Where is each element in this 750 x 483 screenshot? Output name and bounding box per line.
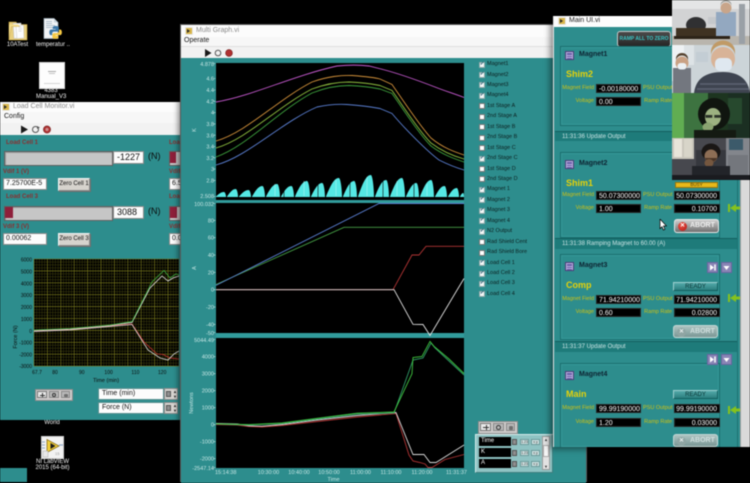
svg-text:15: 15 — [55, 451, 60, 456]
svg-text:K: K — [192, 128, 198, 132]
svg-text:5000: 5000 — [21, 269, 32, 275]
svg-text:1000: 1000 — [202, 406, 214, 412]
svg-text:2000: 2000 — [202, 389, 214, 395]
svg-text:3: 3 — [211, 167, 214, 173]
svg-text:11:20:00: 11:20:00 — [411, 470, 432, 476]
svg-text:100: 100 — [104, 370, 113, 376]
svg-text:15:14:38: 15:14:38 — [215, 470, 236, 476]
svg-text:67.7: 67.7 — [32, 370, 42, 376]
svg-text:2000: 2000 — [21, 305, 32, 311]
svg-text:3000: 3000 — [202, 372, 214, 378]
svg-text:10:40:00: 10:40:00 — [288, 470, 309, 476]
svg-text:4.2: 4.2 — [206, 99, 214, 105]
svg-text:A: A — [192, 266, 198, 270]
svg-text:4.878: 4.878 — [200, 62, 214, 68]
svg-text:100.032: 100.032 — [194, 202, 214, 208]
svg-text:1000: 1000 — [21, 317, 32, 323]
svg-text:110: 110 — [131, 370, 139, 376]
svg-text:11:31:37: 11:31:37 — [446, 470, 467, 476]
svg-text:4000: 4000 — [202, 355, 214, 361]
svg-text:11:10:00: 11:10:00 — [380, 470, 401, 476]
svg-text:0: 0 — [211, 423, 214, 429]
svg-text:-1000: -1000 — [200, 440, 214, 446]
svg-text:-20: -20 — [206, 305, 214, 311]
svg-text:4000: 4000 — [21, 281, 32, 287]
svg-text:-50: -50 — [206, 331, 214, 337]
svg-text:4: 4 — [211, 111, 214, 117]
svg-text:4.4: 4.4 — [206, 88, 214, 94]
svg-text:10:50:00: 10:50:00 — [318, 470, 339, 476]
svg-text:-2000: -2000 — [200, 457, 214, 463]
svg-text:3.2: 3.2 — [206, 156, 214, 162]
svg-text:-40: -40 — [206, 322, 214, 328]
svg-text:10:30:00: 10:30:00 — [258, 470, 279, 476]
svg-text:-2547.14: -2547.14 — [192, 466, 214, 472]
svg-text:3.4: 3.4 — [206, 145, 214, 151]
svg-text:0: 0 — [211, 288, 214, 294]
svg-text:Time: Time — [327, 477, 339, 483]
svg-text:Force (N): Force (N) — [13, 325, 19, 348]
svg-text:120: 120 — [158, 370, 167, 376]
svg-text:2.508: 2.508 — [200, 194, 214, 200]
svg-text:-3000: -3000 — [19, 364, 32, 370]
svg-text:5044.49: 5044.49 — [194, 338, 214, 344]
svg-text:3000: 3000 — [21, 293, 32, 299]
svg-text:-1000: -1000 — [19, 341, 32, 347]
svg-text:4.6: 4.6 — [206, 77, 214, 83]
svg-text:40: 40 — [208, 253, 214, 259]
svg-text:20: 20 — [208, 270, 214, 276]
svg-text:80: 80 — [208, 218, 214, 224]
svg-text:Time (min): Time (min) — [93, 378, 119, 384]
svg-text:90: 90 — [79, 370, 85, 376]
svg-text:Newtons: Newtons — [189, 392, 195, 414]
svg-text:6000: 6000 — [21, 258, 32, 264]
svg-text:11:00:00: 11:00:00 — [350, 470, 371, 476]
svg-text:2.8: 2.8 — [206, 179, 214, 185]
svg-text:3.8: 3.8 — [206, 122, 214, 128]
svg-text:-2000: -2000 — [19, 353, 32, 359]
svg-text:3.6: 3.6 — [206, 133, 214, 139]
svg-text:0: 0 — [29, 329, 32, 335]
svg-text:80: 80 — [52, 370, 58, 376]
svg-text:60: 60 — [208, 236, 214, 242]
